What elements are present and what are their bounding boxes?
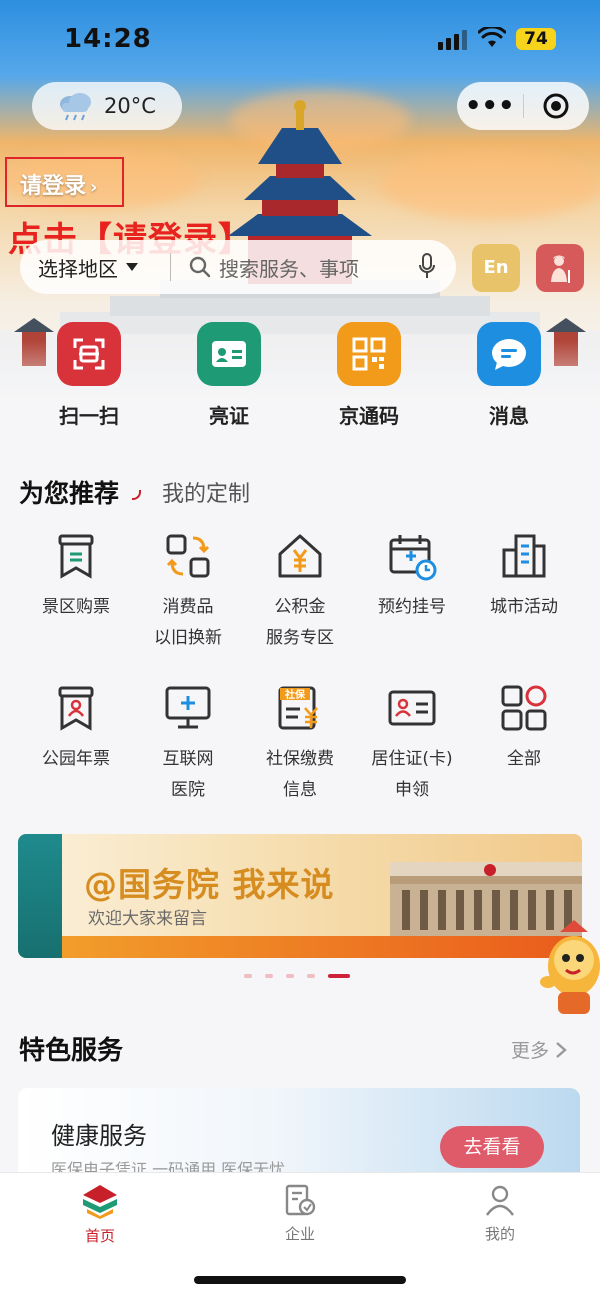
service-internet-hospital[interactable]: 互联网 医院 xyxy=(132,682,244,806)
weather-widget[interactable]: 20°C xyxy=(32,82,182,130)
service-label: 预约挂号 xyxy=(378,597,446,617)
health-card-title: 健康服务 xyxy=(51,1122,147,1150)
region-selector[interactable]: 选择地区 xyxy=(20,253,170,282)
service-label: 公园年票 xyxy=(42,749,110,769)
active-tab-indicator xyxy=(132,490,141,500)
go-see-button[interactable]: 去看看 xyxy=(440,1126,544,1168)
featured-more-link[interactable]: 更多 xyxy=(511,1036,567,1063)
service-label: 居住证(卡) 申领 xyxy=(371,749,453,800)
service-label: 消费品 以旧换新 xyxy=(154,597,222,648)
quick-action-show-id[interactable]: 亮证 xyxy=(159,322,299,429)
service-label: 全部 xyxy=(507,749,541,769)
miniapp-capsule: ••• xyxy=(457,82,589,130)
grid-all-icon xyxy=(501,685,547,731)
quick-action-jingtong-code[interactable]: 京通码 xyxy=(299,322,439,429)
elder-mode-button[interactable] xyxy=(536,244,584,292)
service-trade-in[interactable]: 消费品 以旧换新 xyxy=(132,530,244,654)
exchange-icon xyxy=(166,534,210,578)
ticket-icon xyxy=(58,534,94,579)
park-ticket-icon xyxy=(58,686,94,731)
more-label: 更多 xyxy=(511,1040,550,1062)
mascot-icon[interactable] xyxy=(540,916,600,1036)
microphone-icon[interactable] xyxy=(418,253,436,281)
banner-subtitle: 欢迎大家来留言 xyxy=(88,909,207,929)
scan-icon xyxy=(57,322,121,386)
quick-actions: 扫一扫 亮证 京通码 消息 xyxy=(0,322,600,429)
elder-person-icon xyxy=(551,255,570,283)
banner-title: @国务院 我来说 xyxy=(84,865,335,904)
service-label: 社保缴费 信息 xyxy=(266,749,334,800)
hospital-icon xyxy=(165,686,211,729)
carousel-indicator xyxy=(244,974,350,978)
service-residence-permit[interactable]: 居住证(卡) 申领 xyxy=(356,682,468,806)
tab-label: 我的 xyxy=(484,1225,515,1243)
quick-action-label: 消息 xyxy=(489,404,529,428)
wifi-icon xyxy=(478,27,506,47)
tab-mine[interactable]: 我的 xyxy=(460,1183,540,1244)
quick-action-label: 亮证 xyxy=(209,404,249,428)
login-link[interactable]: 请登录 › xyxy=(20,168,97,200)
service-city-events[interactable]: 城市活动 xyxy=(468,530,580,654)
quick-action-messages[interactable]: 消息 xyxy=(439,322,579,429)
battery-indicator: 74 xyxy=(516,28,556,50)
promo-banner[interactable]: @国务院 我来说 欢迎大家来留言 xyxy=(18,834,582,958)
search-icon xyxy=(189,256,211,278)
service-label: 城市活动 xyxy=(490,597,558,617)
english-language-button[interactable]: En xyxy=(472,244,520,292)
service-social-security[interactable]: 社保 社保缴费 信息 xyxy=(244,682,356,806)
user-icon xyxy=(486,1185,514,1216)
chevron-right-icon xyxy=(556,1041,567,1058)
status-bar: 14:28 74 xyxy=(0,0,600,80)
search-bar: 选择地区 搜索服务、事项 xyxy=(20,240,456,294)
id-card-icon xyxy=(388,690,436,726)
tab-my-custom[interactable]: 我的定制 xyxy=(162,476,250,508)
id-card-icon xyxy=(197,322,261,386)
banner-side-image xyxy=(18,834,62,958)
tab-label: 首页 xyxy=(84,1227,115,1245)
login-label: 请登录 xyxy=(20,174,87,199)
chevron-right-icon: › xyxy=(90,177,98,198)
tab-label: 企业 xyxy=(284,1225,315,1243)
city-icon xyxy=(502,534,546,578)
home-indicator xyxy=(194,1276,406,1284)
service-label: 景区购票 xyxy=(42,597,110,617)
service-park-pass[interactable]: 公园年票 xyxy=(20,682,132,806)
service-label: 互联网 医院 xyxy=(162,749,214,800)
tab-recommend[interactable]: 为您推荐 xyxy=(19,474,119,510)
home-logo-icon xyxy=(83,1185,117,1219)
temperature-label: 20°C xyxy=(104,94,156,118)
service-scenic-tickets[interactable]: 景区购票 xyxy=(20,530,132,654)
qr-code-icon xyxy=(337,322,401,386)
service-all[interactable]: 全部 xyxy=(468,682,580,806)
enterprise-icon xyxy=(285,1184,316,1216)
featured-title: 特色服务 xyxy=(19,1036,124,1066)
target-icon xyxy=(543,93,569,119)
quick-action-label: 扫一扫 xyxy=(59,404,119,428)
tab-enterprise[interactable]: 企业 xyxy=(260,1183,340,1244)
health-service-card[interactable]: 健康服务 医保电子凭证 一码通用 医保无忧 去看看 xyxy=(18,1088,580,1178)
service-appointment[interactable]: 预约挂号 xyxy=(356,530,468,654)
message-bubble-icon xyxy=(477,322,541,386)
calendar-clock-icon xyxy=(389,535,437,581)
more-options-button[interactable]: ••• xyxy=(457,82,523,130)
close-miniapp-button[interactable] xyxy=(524,92,590,120)
search-input[interactable]: 搜索服务、事项 xyxy=(219,253,418,282)
quick-action-label: 京通码 xyxy=(339,404,399,428)
tab-home[interactable]: 首页 xyxy=(60,1183,140,1246)
recommend-grid: 景区购票 消费品 以旧换新 公积金 服务专区 预约挂号 城市活动 公园年票 互联… xyxy=(20,530,580,806)
service-label: 公积金 服务专区 xyxy=(266,597,334,648)
region-label: 选择地区 xyxy=(38,256,118,281)
housing-fund-icon xyxy=(278,534,322,578)
status-time: 14:28 xyxy=(64,24,152,54)
cellular-signal-icon xyxy=(438,30,467,50)
service-housing-fund[interactable]: 公积金 服务专区 xyxy=(244,530,356,654)
dropdown-triangle-icon xyxy=(126,263,138,271)
quick-action-scan[interactable]: 扫一扫 xyxy=(19,322,159,429)
svg-text:社保: 社保 xyxy=(284,688,306,701)
social-security-icon: 社保 xyxy=(278,686,318,730)
rain-cloud-icon xyxy=(60,93,91,121)
